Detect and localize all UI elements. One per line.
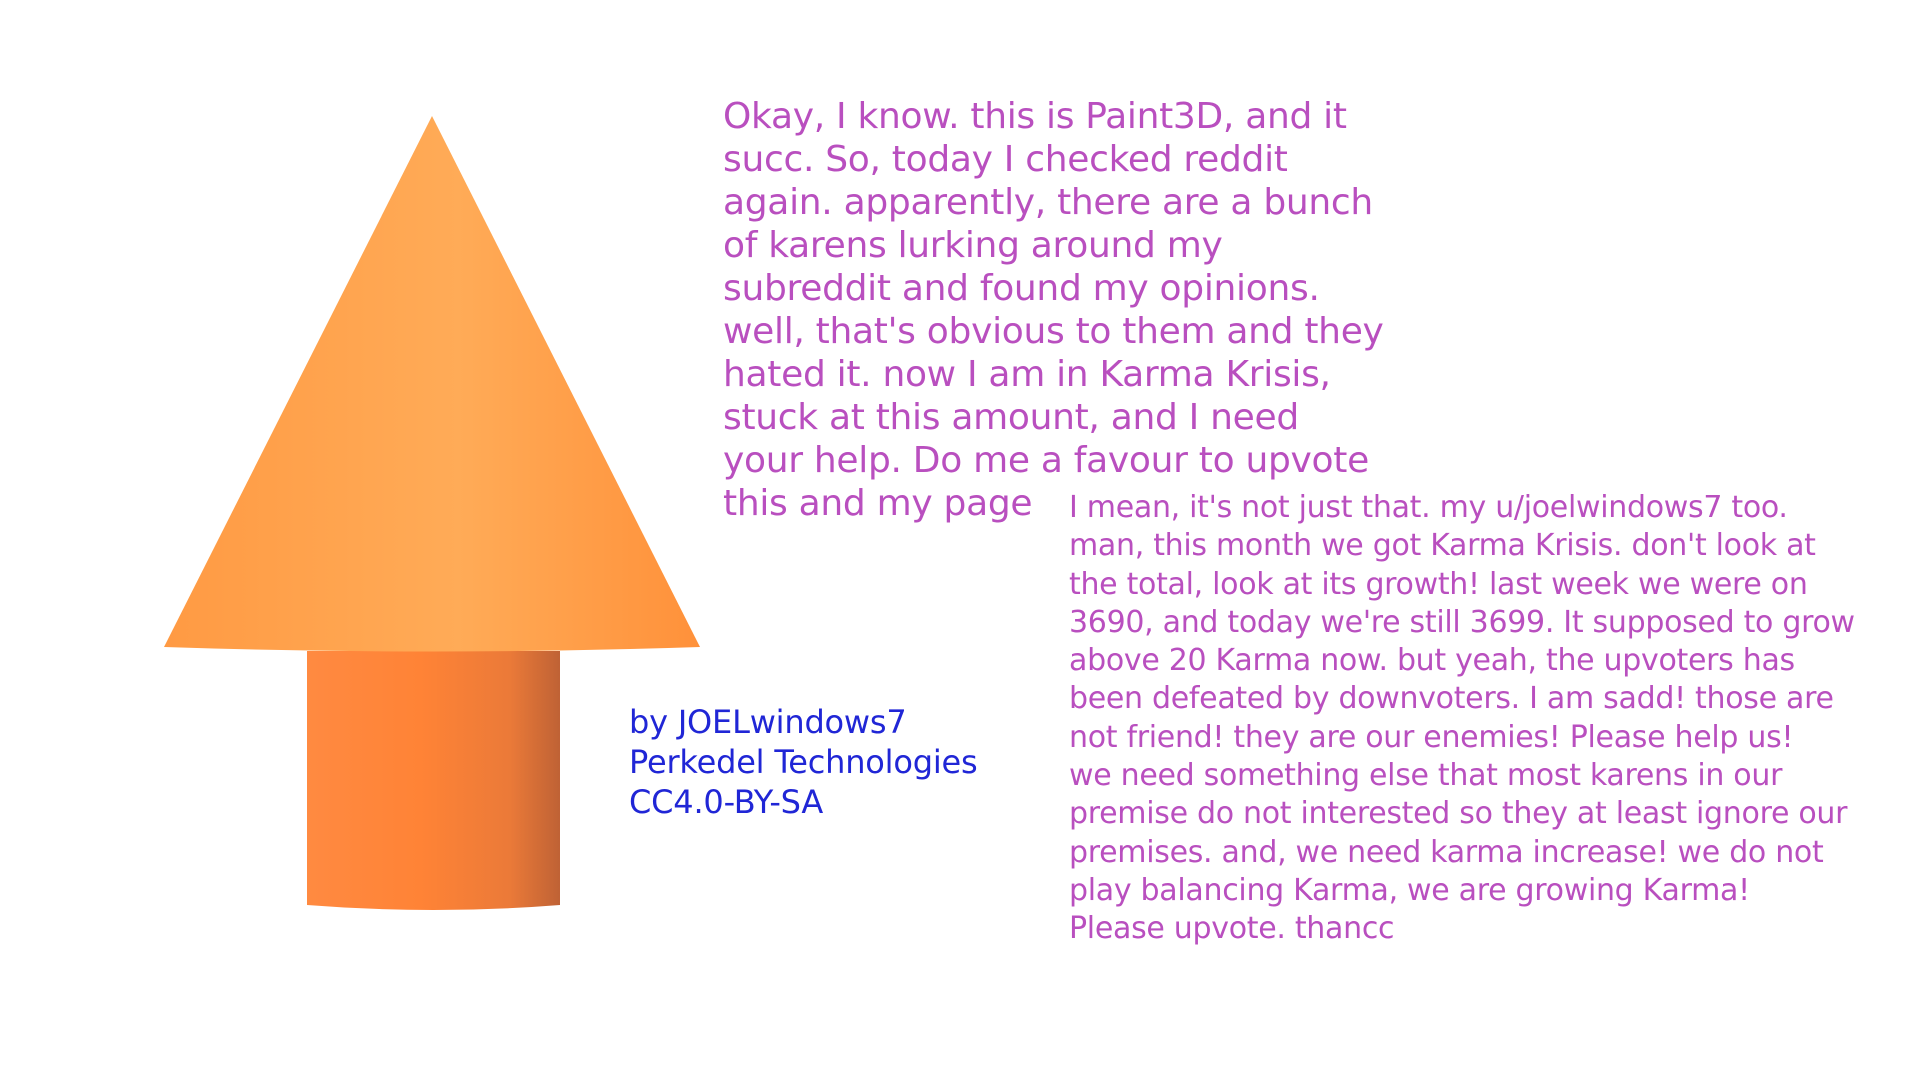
main-message-text: Okay, I know. this is Paint3D, and it su… [723,96,1384,524]
credits-text: by JOELwindows7 Perkedel Technologies CC… [629,703,978,821]
canvas: Okay, I know. this is Paint3D, and it su… [0,0,1920,1080]
followup-message-text: I mean, it's not just that. my u/joelwin… [1069,490,1855,947]
